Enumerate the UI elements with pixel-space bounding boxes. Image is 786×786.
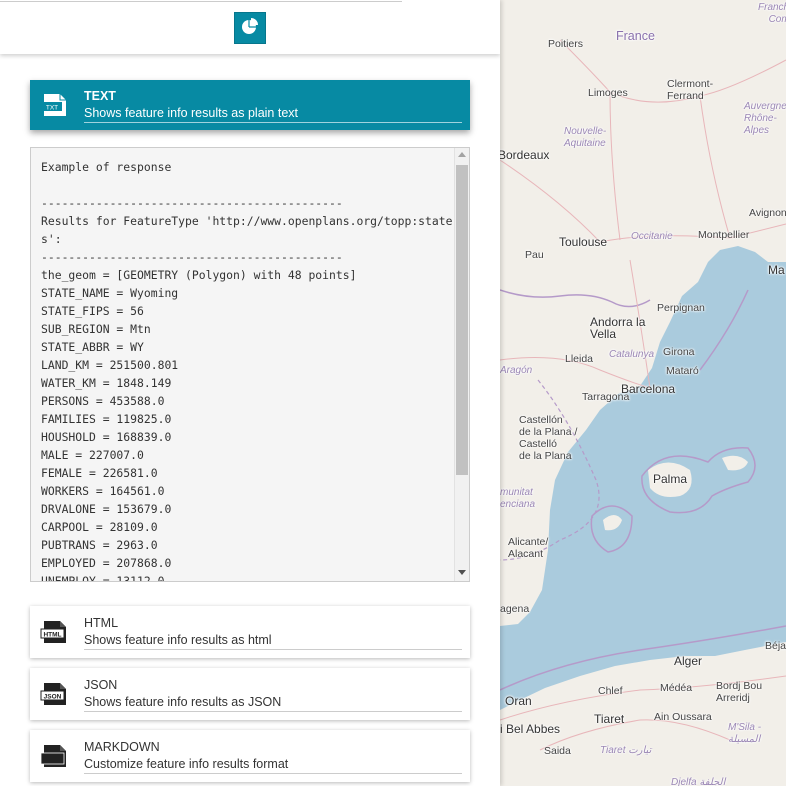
lbl-tiaret: Tiaret [594, 712, 625, 726]
lbl-andorra: Andorra la Vella [590, 315, 646, 341]
panel-toolbar [0, 0, 500, 54]
svg-text:TXT: TXT [46, 105, 58, 112]
response-example-box[interactable]: Example of response --------------------… [30, 147, 470, 582]
lbl-france-comte: Franche- Comté [758, 2, 786, 25]
markdown-file-icon [40, 742, 68, 770]
lbl-alicante: Alicante/ Alacant [508, 536, 549, 560]
lbl-castellon: Castellón de la Plana / Castelló de la P… [519, 414, 578, 462]
lbl-auvergne: Auvergne- Rhône- Alpes [744, 101, 786, 136]
format-option-json[interactable]: JSON JSON Shows feature info results as … [30, 668, 470, 720]
lbl-tiaret-ar: Tiaret تيارت [600, 745, 652, 756]
lbl-clermont-ferrand: Clermont- Ferrand [667, 78, 714, 102]
toolbar-input-edge [0, 0, 402, 2]
lbl-msila: M'Sila - المسيلة [728, 722, 762, 745]
scroll-thumb[interactable] [456, 165, 468, 475]
lbl-poitiers: Poitiers [548, 38, 584, 50]
lbl-girona: Girona [663, 346, 695, 358]
lbl-medea: Médéa [660, 682, 693, 694]
lbl-marseille: Ma [768, 263, 785, 277]
format-description: Shows feature info results as JSON [84, 695, 462, 712]
lbl-lleida: Lleida [565, 353, 594, 365]
format-description: Shows feature info results as html [84, 633, 462, 650]
lbl-mataro: Mataró [666, 365, 699, 377]
lbl-aragon: Aragón [500, 365, 533, 376]
lbl-ain-oussara: Ain Oussara [654, 711, 712, 723]
lbl-barcelona: Barcelona [621, 382, 676, 396]
format-option-markdown[interactable]: MARKDOWN Customize feature info results … [30, 730, 470, 782]
pie-chart-button[interactable] [234, 12, 266, 44]
scroll-down-arrow-icon[interactable] [458, 570, 466, 575]
lbl-bordj-bou-arreridj: Bordj Bou Arreridj [716, 680, 763, 704]
svg-text:JSON: JSON [44, 694, 62, 701]
html-file-icon: HTML [40, 618, 68, 646]
lbl-toulouse: Toulouse [559, 235, 608, 249]
lbl-perpignan: Perpignan [657, 302, 705, 314]
lbl-limoges: Limoges [588, 87, 628, 99]
text-file-icon: TXT [40, 91, 68, 119]
format-title: HTML [84, 616, 119, 630]
format-list: TXT TEXT Shows feature info results as p… [0, 54, 500, 786]
lbl-avignon: Avignon [749, 207, 786, 219]
json-file-icon: JSON [40, 680, 68, 708]
lbl-france: France [616, 29, 655, 43]
pie-chart-icon [241, 17, 259, 40]
lbl-saida: Saida [544, 745, 571, 757]
lbl-bordeaux: Bordeaux [500, 148, 550, 162]
lbl-bejaia: Béja [765, 640, 786, 652]
response-example-text: Example of response --------------------… [41, 160, 453, 582]
lbl-alger: Alger [674, 654, 703, 668]
format-option-html[interactable]: HTML HTML Shows feature info results as … [30, 606, 470, 658]
response-scrollbar[interactable] [454, 148, 469, 581]
lbl-catalunya: Catalunya [609, 349, 655, 360]
format-title: TEXT [84, 89, 116, 103]
lbl-pau: Pau [525, 249, 544, 261]
lbl-occitanie: Occitanie [631, 231, 673, 242]
lbl-sidi-bel-abbes: i Bel Abbes [500, 722, 561, 736]
lbl-nouvelle-aquitaine: Nouvelle- Aquitaine [564, 126, 607, 149]
format-description: Shows feature info results as plain text [84, 106, 462, 123]
lbl-comunitat: munitat enciana [500, 487, 536, 510]
map-view[interactable]: Franche- Comté France Poitiers Limoges Clerm… [500, 0, 786, 786]
format-title: JSON [84, 678, 118, 692]
format-title: MARKDOWN [84, 740, 160, 754]
svg-text:HTML: HTML [43, 632, 61, 639]
lbl-montpellier: Montpellier [698, 229, 750, 241]
scroll-up-arrow-icon[interactable] [458, 152, 466, 157]
lbl-djelfa: Djelfa الجلفة [671, 777, 726, 786]
lbl-chlef: Chlef [598, 685, 623, 697]
feature-info-format-panel: TXT TEXT Shows feature info results as p… [0, 0, 500, 786]
lbl-oran: Oran [505, 694, 532, 708]
format-option-text[interactable]: TXT TEXT Shows feature info results as p… [30, 80, 470, 130]
lbl-palma: Palma [653, 472, 688, 486]
format-description: Customize feature info results format [84, 757, 462, 774]
lbl-cartagena: agena [500, 603, 530, 615]
